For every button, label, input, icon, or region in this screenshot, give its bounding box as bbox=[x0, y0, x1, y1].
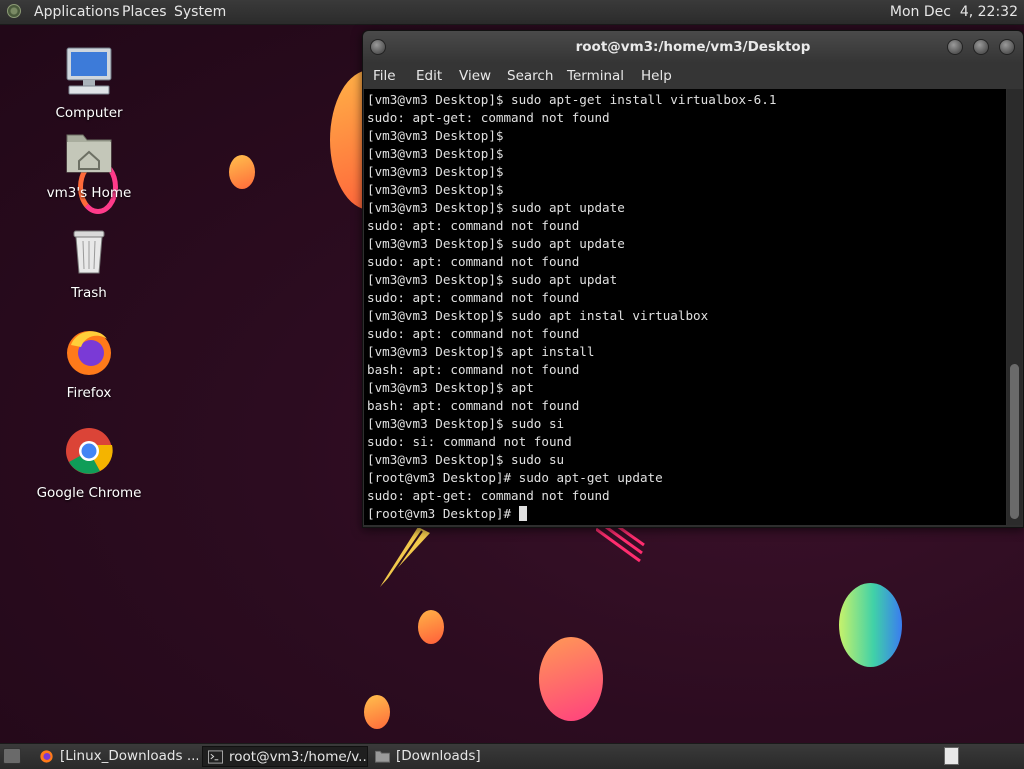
menu-places[interactable]: Places bbox=[122, 4, 167, 20]
terminal-line: bash: apt: command not found bbox=[367, 362, 580, 377]
terminal-line: [vm3@vm3 Desktop]$ sudo apt update bbox=[367, 200, 625, 215]
menu-edit[interactable]: Edit bbox=[416, 68, 442, 84]
text-cursor bbox=[518, 506, 527, 521]
taskbar-item-label: [Linux_Downloads ... bbox=[60, 748, 198, 764]
terminal-text: [vm3@vm3 Desktop]$ sudo apt-get install … bbox=[364, 89, 1006, 525]
decor-green-blue-bubble bbox=[839, 583, 902, 667]
terminal-line: [vm3@vm3 Desktop]$ sudo apt update bbox=[367, 236, 625, 251]
terminal-line: [vm3@vm3 Desktop]$ sudo apt updat bbox=[367, 272, 618, 287]
show-desktop-icon[interactable] bbox=[3, 748, 21, 764]
firefox-icon bbox=[40, 750, 53, 763]
terminal-line: [vm3@vm3 Desktop]$ bbox=[367, 182, 504, 197]
scrollbar-thumb[interactable] bbox=[1010, 364, 1019, 519]
terminal-line: [vm3@vm3 Desktop]$ apt install bbox=[367, 344, 595, 359]
menu-view[interactable]: View bbox=[459, 68, 491, 84]
terminal-prompt: [root@vm3 Desktop]# bbox=[367, 506, 519, 521]
minimize-button[interactable] bbox=[947, 39, 963, 55]
decor-yellow-feather bbox=[380, 527, 430, 587]
firefox-icon bbox=[67, 331, 111, 375]
terminal-icon bbox=[208, 750, 223, 764]
desktop-icon-firefox[interactable]: Firefox bbox=[29, 325, 149, 401]
computer-icon bbox=[66, 47, 112, 95]
clock[interactable]: Mon Dec 4, 22:32 bbox=[890, 4, 1018, 20]
terminal-line: [vm3@vm3 Desktop]$ bbox=[367, 146, 504, 161]
menu-terminal[interactable]: Terminal bbox=[567, 68, 624, 84]
desktop-icon-home[interactable]: vm3's Home bbox=[29, 127, 149, 201]
desktop-icon-label: vm3's Home bbox=[46, 185, 132, 201]
terminal-window[interactable]: root@vm3:/home/vm3/Desktop File Edit Vie… bbox=[362, 30, 1024, 528]
decor-orange-bubble-small bbox=[229, 155, 255, 189]
taskbar-item-label: root@vm3:/home/v... bbox=[229, 749, 368, 765]
menu-search[interactable]: Search bbox=[507, 68, 553, 84]
terminal-menubar: File Edit View Search Terminal Help bbox=[363, 63, 1023, 89]
terminal-line: sudo: si: command not found bbox=[367, 434, 572, 449]
terminal-line: sudo: apt: command not found bbox=[367, 218, 580, 233]
decor-orange-bubble bbox=[418, 610, 444, 644]
menu-file[interactable]: File bbox=[373, 68, 396, 84]
chrome-icon bbox=[66, 428, 113, 474]
desktop-icon-label: Computer bbox=[55, 105, 123, 121]
menu-system[interactable]: System bbox=[174, 4, 226, 20]
decor-pink-stripes bbox=[596, 525, 645, 563]
terminal-line: [vm3@vm3 Desktop]$ sudo su bbox=[367, 452, 565, 467]
terminal-scrollbar[interactable] bbox=[1007, 89, 1022, 525]
close-button[interactable] bbox=[999, 39, 1015, 55]
top-panel: Applications Places System Mon Dec 4, 22… bbox=[0, 0, 1024, 25]
terminal-line: sudo: apt: command not found bbox=[367, 254, 580, 269]
window-titlebar[interactable]: root@vm3:/home/vm3/Desktop bbox=[363, 31, 1023, 63]
desktop-icon-label: Trash bbox=[71, 285, 107, 301]
terminal-line: [vm3@vm3 Desktop]$ sudo apt-get install … bbox=[367, 92, 777, 107]
terminal-line: [vm3@vm3 Desktop]$ apt bbox=[367, 380, 534, 395]
terminal-line: sudo: apt: command not found bbox=[367, 290, 580, 305]
terminal-line: sudo: apt-get: command not found bbox=[367, 110, 610, 125]
desktop-icon-label: Google Chrome bbox=[36, 485, 142, 501]
window-menu-button[interactable] bbox=[370, 39, 386, 55]
folder-icon bbox=[375, 750, 390, 763]
menu-applications[interactable]: Applications bbox=[34, 4, 120, 20]
terminal-output[interactable]: [vm3@vm3 Desktop]$ sudo apt-get install … bbox=[364, 89, 1006, 525]
desktop-icon-label: Firefox bbox=[66, 385, 112, 401]
workspace-switcher[interactable] bbox=[944, 747, 959, 765]
home-folder-icon bbox=[66, 134, 112, 173]
terminal-line: [vm3@vm3 Desktop]$ bbox=[367, 128, 504, 143]
decor-orange-bubble-bottom bbox=[364, 695, 390, 729]
terminal-line: sudo: apt-get: command not found bbox=[367, 488, 610, 503]
distro-logo-icon[interactable] bbox=[7, 4, 21, 18]
trash-icon bbox=[73, 230, 105, 274]
taskbar-item-downloads[interactable]: [Downloads] bbox=[370, 746, 530, 767]
desktop-icon-trash[interactable]: Trash bbox=[29, 227, 149, 301]
terminal-line: sudo: apt: command not found bbox=[367, 326, 580, 341]
taskbar-item-terminal[interactable]: root@vm3:/home/v... bbox=[202, 746, 368, 767]
maximize-button[interactable] bbox=[973, 39, 989, 55]
desktop-icon-chrome[interactable]: Google Chrome bbox=[29, 425, 149, 501]
terminal-line: [vm3@vm3 Desktop]$ sudo si bbox=[367, 416, 565, 431]
terminal-line: bash: apt: command not found bbox=[367, 398, 580, 413]
window-title: root@vm3:/home/vm3/Desktop bbox=[575, 39, 811, 55]
desktop-icon-computer[interactable]: Computer bbox=[29, 45, 149, 121]
decor-pink-bubble bbox=[539, 637, 603, 721]
terminal-line: [vm3@vm3 Desktop]$ bbox=[367, 164, 504, 179]
terminal-line: [vm3@vm3 Desktop]$ sudo apt instal virtu… bbox=[367, 308, 709, 323]
terminal-line: [root@vm3 Desktop]# sudo apt-get update bbox=[367, 470, 663, 485]
taskbar-item-label: [Downloads] bbox=[396, 748, 481, 764]
bottom-panel: [Linux_Downloads ... root@vm3:/home/v...… bbox=[0, 743, 1024, 769]
menu-help[interactable]: Help bbox=[641, 68, 672, 84]
taskbar-item-firefox[interactable]: [Linux_Downloads ... bbox=[34, 746, 198, 767]
